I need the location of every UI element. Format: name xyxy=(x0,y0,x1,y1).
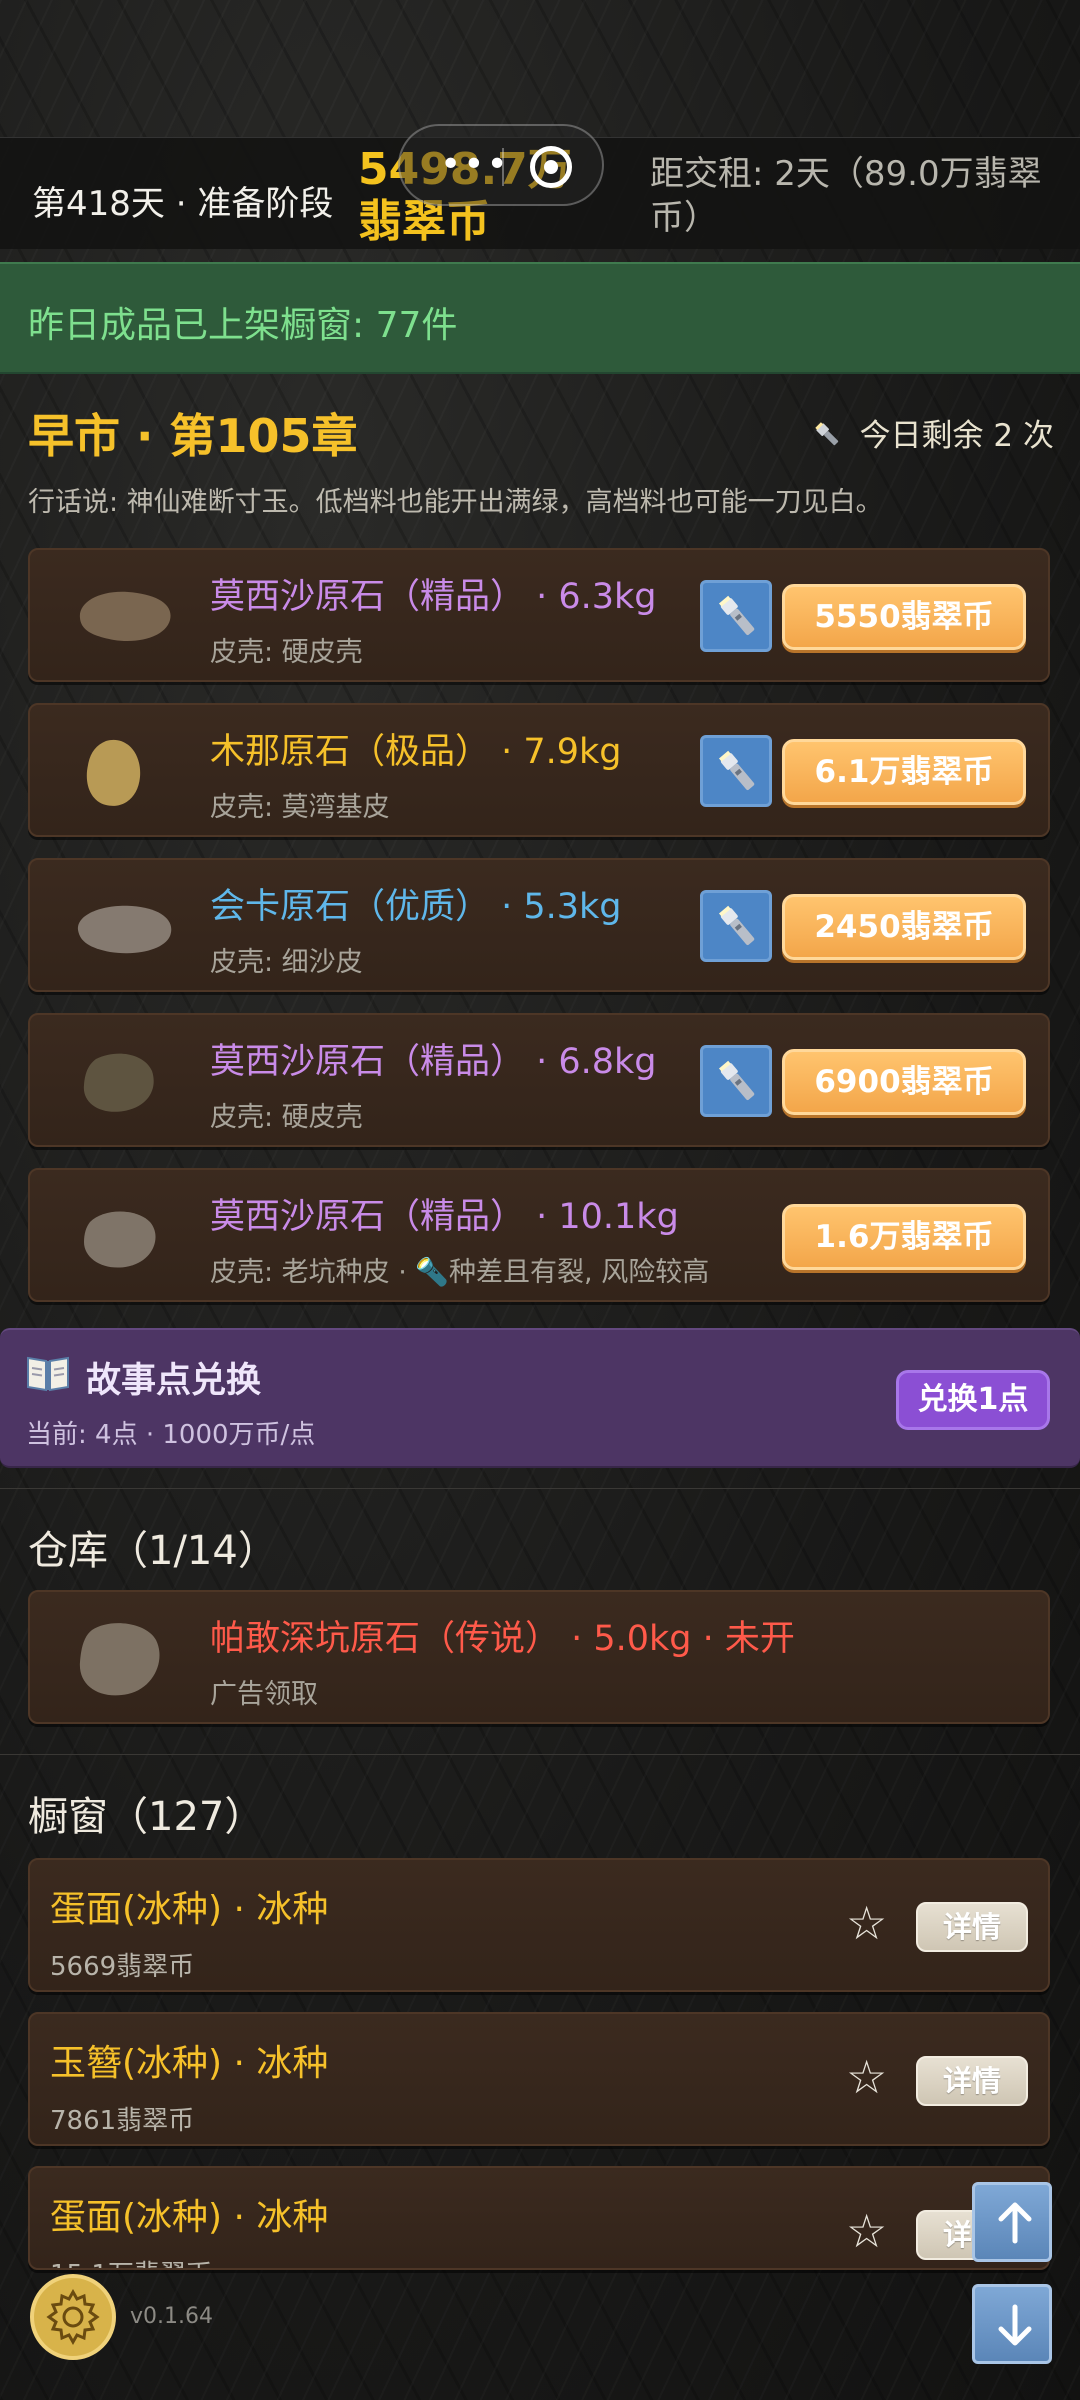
market-stone-row[interactable]: 莫西沙原石（精品） · 10.1kg 皮壳: 老坑种皮 · 🔦种差且有裂, 风险较… xyxy=(28,1168,1050,1302)
close-target-icon[interactable] xyxy=(530,146,572,188)
flash-remaining-text: 今日剩余 2 次 xyxy=(859,418,1054,454)
market-title: 早市 · 第105章 xyxy=(28,409,358,463)
buy-price-button[interactable]: 1.6万翡翠币 xyxy=(782,1204,1026,1270)
showcase-item-name: 玉簪(冰种) · 冰种 xyxy=(50,2043,329,2084)
market-stone-row[interactable]: 会卡原石（优质） · 5.3kg 皮壳: 细沙皮 2450翡翠币 xyxy=(28,858,1050,992)
flashlight-button[interactable] xyxy=(700,735,772,807)
day-stage-text: 第418天 · 准备阶段 xyxy=(32,184,334,224)
showcase-item-name: 蛋面(冰种) · 冰种 xyxy=(50,1889,329,1930)
showcase-item[interactable]: 蛋面(冰种) · 冰种 5669翡翠币 ☆ 详情 xyxy=(28,1858,1050,1992)
buy-price-button[interactable]: 5550翡翠币 xyxy=(782,584,1026,650)
market-saying: 行话说: 神仙难断寸玉。低档料也能开出满绿，高档料也可能一刀见白。 xyxy=(28,487,883,518)
showcase-item[interactable]: 玉簪(冰种) · 冰种 7861翡翠币 ☆ 详情 xyxy=(28,2012,1050,2146)
section-divider xyxy=(0,1754,1080,1755)
showcase-item-price: 15.1万翡翠币 xyxy=(50,2254,212,2268)
buy-price-button[interactable]: 2450翡翠币 xyxy=(782,894,1026,960)
showcase-item-name: 蛋面(冰种) · 冰种 xyxy=(50,2197,329,2238)
flashlight-button[interactable] xyxy=(700,580,772,652)
stone-title: 木那原石（极品） · 7.9kg xyxy=(210,732,622,772)
notice-text: 昨日成品已上架橱窗: 77件 xyxy=(28,305,458,346)
stone-skin: 皮壳: 硬皮壳 xyxy=(210,1102,363,1133)
stone-title: 莫西沙原石（精品） · 6.8kg xyxy=(210,1042,657,1082)
exchange-point-button[interactable]: 兑换1点 xyxy=(896,1370,1050,1430)
market-stone-row[interactable]: 莫西沙原石（精品） · 6.3kg 皮壳: 硬皮壳 5550翡翠币 xyxy=(28,548,1050,682)
arrow-up-icon xyxy=(998,2202,1032,2244)
flashlight-button[interactable] xyxy=(700,1045,772,1117)
stone-skin: 皮壳: 细沙皮 xyxy=(210,947,363,978)
flashlight-icon xyxy=(718,595,755,635)
detail-button[interactable]: 详情 xyxy=(916,2056,1028,2106)
raw-stone-icon xyxy=(83,1053,154,1112)
story-exchange-panel: 故事点兑换 当前: 4点 · 1000万币/点 兑换1点 xyxy=(0,1328,1080,1468)
market-stone-row[interactable]: 莫西沙原石（精品） · 6.8kg 皮壳: 硬皮壳 6900翡翠币 xyxy=(28,1013,1050,1147)
arrow-down-icon xyxy=(998,2304,1032,2346)
star-icon[interactable]: ☆ xyxy=(846,1898,887,1948)
notice-banner: 昨日成品已上架橱窗: 77件 xyxy=(0,262,1080,374)
buy-price-button[interactable]: 6900翡翠币 xyxy=(782,1049,1026,1115)
showcase-item-price: 7861翡翠币 xyxy=(50,2106,195,2136)
story-exchange-title: 故事点兑换 xyxy=(86,1361,262,1401)
showcase-title: 橱窗（127） xyxy=(28,1794,265,1840)
stone-skin: 皮壳: 硬皮壳 xyxy=(210,637,363,668)
detail-button[interactable]: 详情 xyxy=(916,1902,1028,1952)
star-icon[interactable]: ☆ xyxy=(846,2052,887,2102)
buy-price-button[interactable]: 6.1万翡翠币 xyxy=(782,739,1026,805)
stone-skin: 皮壳: 莫湾基皮 xyxy=(210,792,390,823)
flashlight-icon xyxy=(718,905,755,945)
raw-stone-icon xyxy=(84,1211,156,1268)
gear-icon xyxy=(46,2288,100,2346)
stone-skin: 皮壳: 老坑种皮 · 🔦种差且有裂, 风险较高 xyxy=(210,1257,710,1288)
raw-stone-icon xyxy=(86,739,141,806)
version-label: v0.1.64 xyxy=(130,2304,213,2329)
showcase-item[interactable]: 蛋面(冰种) · 冰种15.1万翡翠币☆详情 xyxy=(28,2166,1050,2270)
capsule-divider xyxy=(502,148,504,186)
flashlight-button[interactable] xyxy=(700,890,772,962)
flash-remaining: 今日剩余 2 次 xyxy=(812,410,1054,455)
stone-title: 莫西沙原石（精品） · 10.1kg xyxy=(210,1197,679,1237)
flashlight-icon xyxy=(718,1060,755,1100)
more-dots-icon[interactable]: ••• xyxy=(440,144,510,185)
section-divider xyxy=(0,1488,1080,1489)
miniprogram-capsule[interactable]: ••• xyxy=(398,124,604,206)
star-icon[interactable]: ☆ xyxy=(846,2206,887,2256)
raw-stone-icon xyxy=(77,905,172,954)
book-icon xyxy=(27,1356,69,1392)
warehouse-item-source: 广告领取 xyxy=(210,1679,318,1710)
warehouse-item-title: 帕敢深坑原石（传说） · 5.0kg · 未开 xyxy=(210,1619,795,1659)
market-stone-row[interactable]: 木那原石（极品） · 7.9kg 皮壳: 莫湾基皮 6.1万翡翠币 xyxy=(28,703,1050,837)
warehouse-item[interactable]: 帕敢深坑原石（传说） · 5.0kg · 未开 广告领取 xyxy=(28,1590,1050,1724)
flashlight-icon xyxy=(814,422,838,446)
raw-stone-icon xyxy=(79,1623,160,1696)
stone-title: 莫西沙原石（精品） · 6.3kg xyxy=(210,577,657,617)
rent-countdown: 距交租: 2天（89.0万翡翠币） xyxy=(650,154,1042,238)
flashlight-icon xyxy=(718,750,755,790)
showcase-item-price: 5669翡翠币 xyxy=(50,1952,195,1982)
story-points-current: 当前: 4点 · 1000万币/点 xyxy=(26,1420,316,1450)
settings-button[interactable] xyxy=(30,2274,116,2360)
stone-title: 会卡原石（优质） · 5.3kg xyxy=(210,887,622,927)
scroll-top-button[interactable] xyxy=(972,2182,1052,2262)
raw-stone-icon xyxy=(79,591,171,642)
warehouse-title: 仓库（1/14） xyxy=(28,1528,278,1574)
scroll-bottom-button[interactable] xyxy=(972,2284,1052,2364)
